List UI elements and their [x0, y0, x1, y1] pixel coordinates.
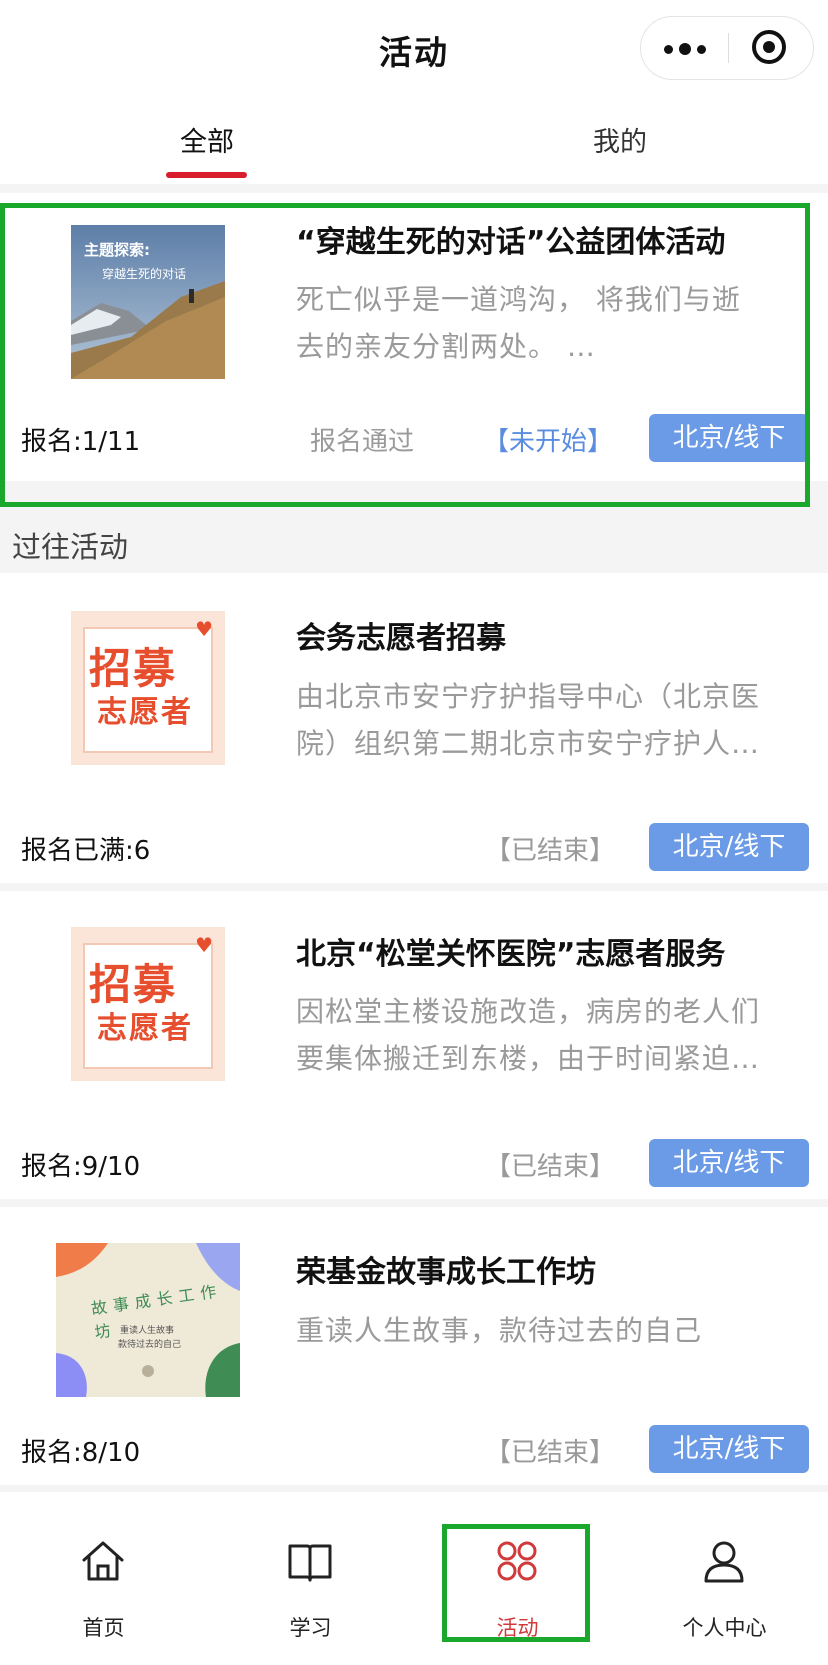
- book-icon: [288, 1544, 332, 1582]
- activity-description-line: 由北京市安宁疗护指导中心（北京医: [296, 680, 761, 713]
- user-icon: [704, 1541, 744, 1583]
- activity-icon: [497, 1541, 537, 1581]
- activity-card[interactable]: 故事成长工作坊 重读人生故事 款待过去的自己 荣基金故事成长工作坊 重读人生故事…: [0, 1207, 828, 1485]
- bottom-nav: 首页 学习 活动 个人中心: [0, 1492, 828, 1665]
- activity-description-line: 因松堂主楼设施改造，病房的老人们: [296, 995, 761, 1028]
- nav-label: 个人中心: [682, 1616, 767, 1640]
- signup-count: 报名:1/11: [21, 427, 141, 457]
- activity-thumbnail: ♥ 招募 志愿者: [71, 611, 225, 765]
- nav-activity[interactable]: 活动: [414, 1492, 621, 1665]
- nav-label: 活动: [496, 1616, 539, 1640]
- status-badge: 【已结束】: [485, 1438, 616, 1468]
- thumb-text: 志愿者: [97, 1011, 193, 1046]
- activity-description-line: 去的亲友分割两处。 …: [296, 330, 596, 363]
- target-icon[interactable]: [752, 30, 786, 64]
- signup-count: 报名已满:6: [21, 836, 151, 866]
- activity-card[interactable]: ♥ 招募 志愿者 会务志愿者招募 由北京市安宁疗护指导中心（北京医 院）组织第二…: [0, 573, 828, 883]
- nav-study[interactable]: 学习: [207, 1492, 414, 1665]
- activity-title: 北京“松堂关怀医院”志愿者服务: [296, 937, 726, 972]
- status-badge: 【已结束】: [485, 1152, 616, 1182]
- location-tag: 北京/线下: [649, 414, 809, 462]
- activity-description: 死亡似乎是一道鸿沟， 将我们与逝 去的亲友分割两处。 …: [296, 276, 808, 370]
- tab-all[interactable]: 全部: [107, 120, 307, 159]
- nav-home[interactable]: 首页: [0, 1492, 207, 1665]
- nav-label: 学习: [289, 1616, 332, 1640]
- activity-card[interactable]: ♥ 招募 志愿者 北京“松堂关怀医院”志愿者服务 因松堂主楼设施改造，病房的老人…: [0, 891, 828, 1199]
- thumb-small-text: 重读人生故事: [120, 1326, 175, 1336]
- activity-description: 由北京市安宁疗护指导中心（北京医 院）组织第二期北京市安宁疗护人…: [296, 673, 808, 767]
- activity-title: “穿越生死的对话”公益团体活动: [296, 225, 726, 260]
- top-bar: 活动: [0, 0, 828, 100]
- tab-mine[interactable]: 我的: [520, 120, 720, 159]
- mini-program-capsule: [640, 16, 814, 80]
- heart-icon: ♥: [195, 617, 213, 641]
- activity-description: 重读人生故事，款待过去的自己: [296, 1307, 808, 1354]
- tab-bar: 全部 我的: [0, 100, 828, 184]
- nav-profile[interactable]: 个人中心: [621, 1492, 828, 1665]
- active-tab-indicator: [166, 172, 247, 178]
- thumb-caption-title: 主题探索:: [84, 241, 150, 259]
- nav-label: 首页: [82, 1616, 125, 1640]
- thumb-small-text: 款待过去的自己: [118, 1340, 182, 1350]
- activity-thumbnail: 主题探索: 穿越生死的对话: [71, 225, 225, 379]
- location-tag: 北京/线下: [649, 1139, 809, 1187]
- heart-icon: ♥: [195, 933, 213, 957]
- activity-description-line: 重读人生故事，款待过去的自己: [296, 1314, 703, 1347]
- past-activities-heading: 过往活动: [12, 530, 129, 564]
- more-dots-icon[interactable]: [641, 17, 728, 81]
- activity-thumbnail: ♥ 招募 志愿者: [71, 927, 225, 1081]
- activity-thumbnail: 故事成长工作坊 重读人生故事 款待过去的自己: [56, 1243, 240, 1397]
- location-tag: 北京/线下: [649, 823, 809, 871]
- signup-count: 报名:8/10: [21, 1438, 141, 1468]
- signup-approved-label: 报名通过: [310, 427, 415, 457]
- activity-title: 荣基金故事成长工作坊: [296, 1255, 596, 1290]
- status-badge: 【未开始】: [483, 427, 614, 457]
- activity-description: 因松堂主楼设施改造，病房的老人们 要集体搬迁到东楼，由于时间紧迫…: [296, 988, 808, 1082]
- activity-description-line: 要集体搬迁到东楼，由于时间紧迫…: [296, 1042, 761, 1075]
- status-badge: 【已结束】: [485, 836, 616, 866]
- home-icon: [82, 1541, 124, 1581]
- capsule-divider: [728, 33, 729, 63]
- activity-title: 会务志愿者招募: [296, 621, 506, 656]
- activity-card[interactable]: 主题探索: 穿越生死的对话 “穿越生死的对话”公益团体活动 死亡似乎是一道鸿沟，…: [0, 193, 828, 481]
- activity-description-line: 院）组织第二期北京市安宁疗护人…: [296, 727, 761, 760]
- location-tag: 北京/线下: [649, 1425, 809, 1473]
- activity-description-line: 死亡似乎是一道鸿沟， 将我们与逝: [296, 283, 741, 316]
- thumb-caption-subtitle: 穿越生死的对话: [102, 267, 187, 281]
- signup-count: 报名:9/10: [21, 1152, 141, 1182]
- thumb-text: 志愿者: [97, 695, 193, 730]
